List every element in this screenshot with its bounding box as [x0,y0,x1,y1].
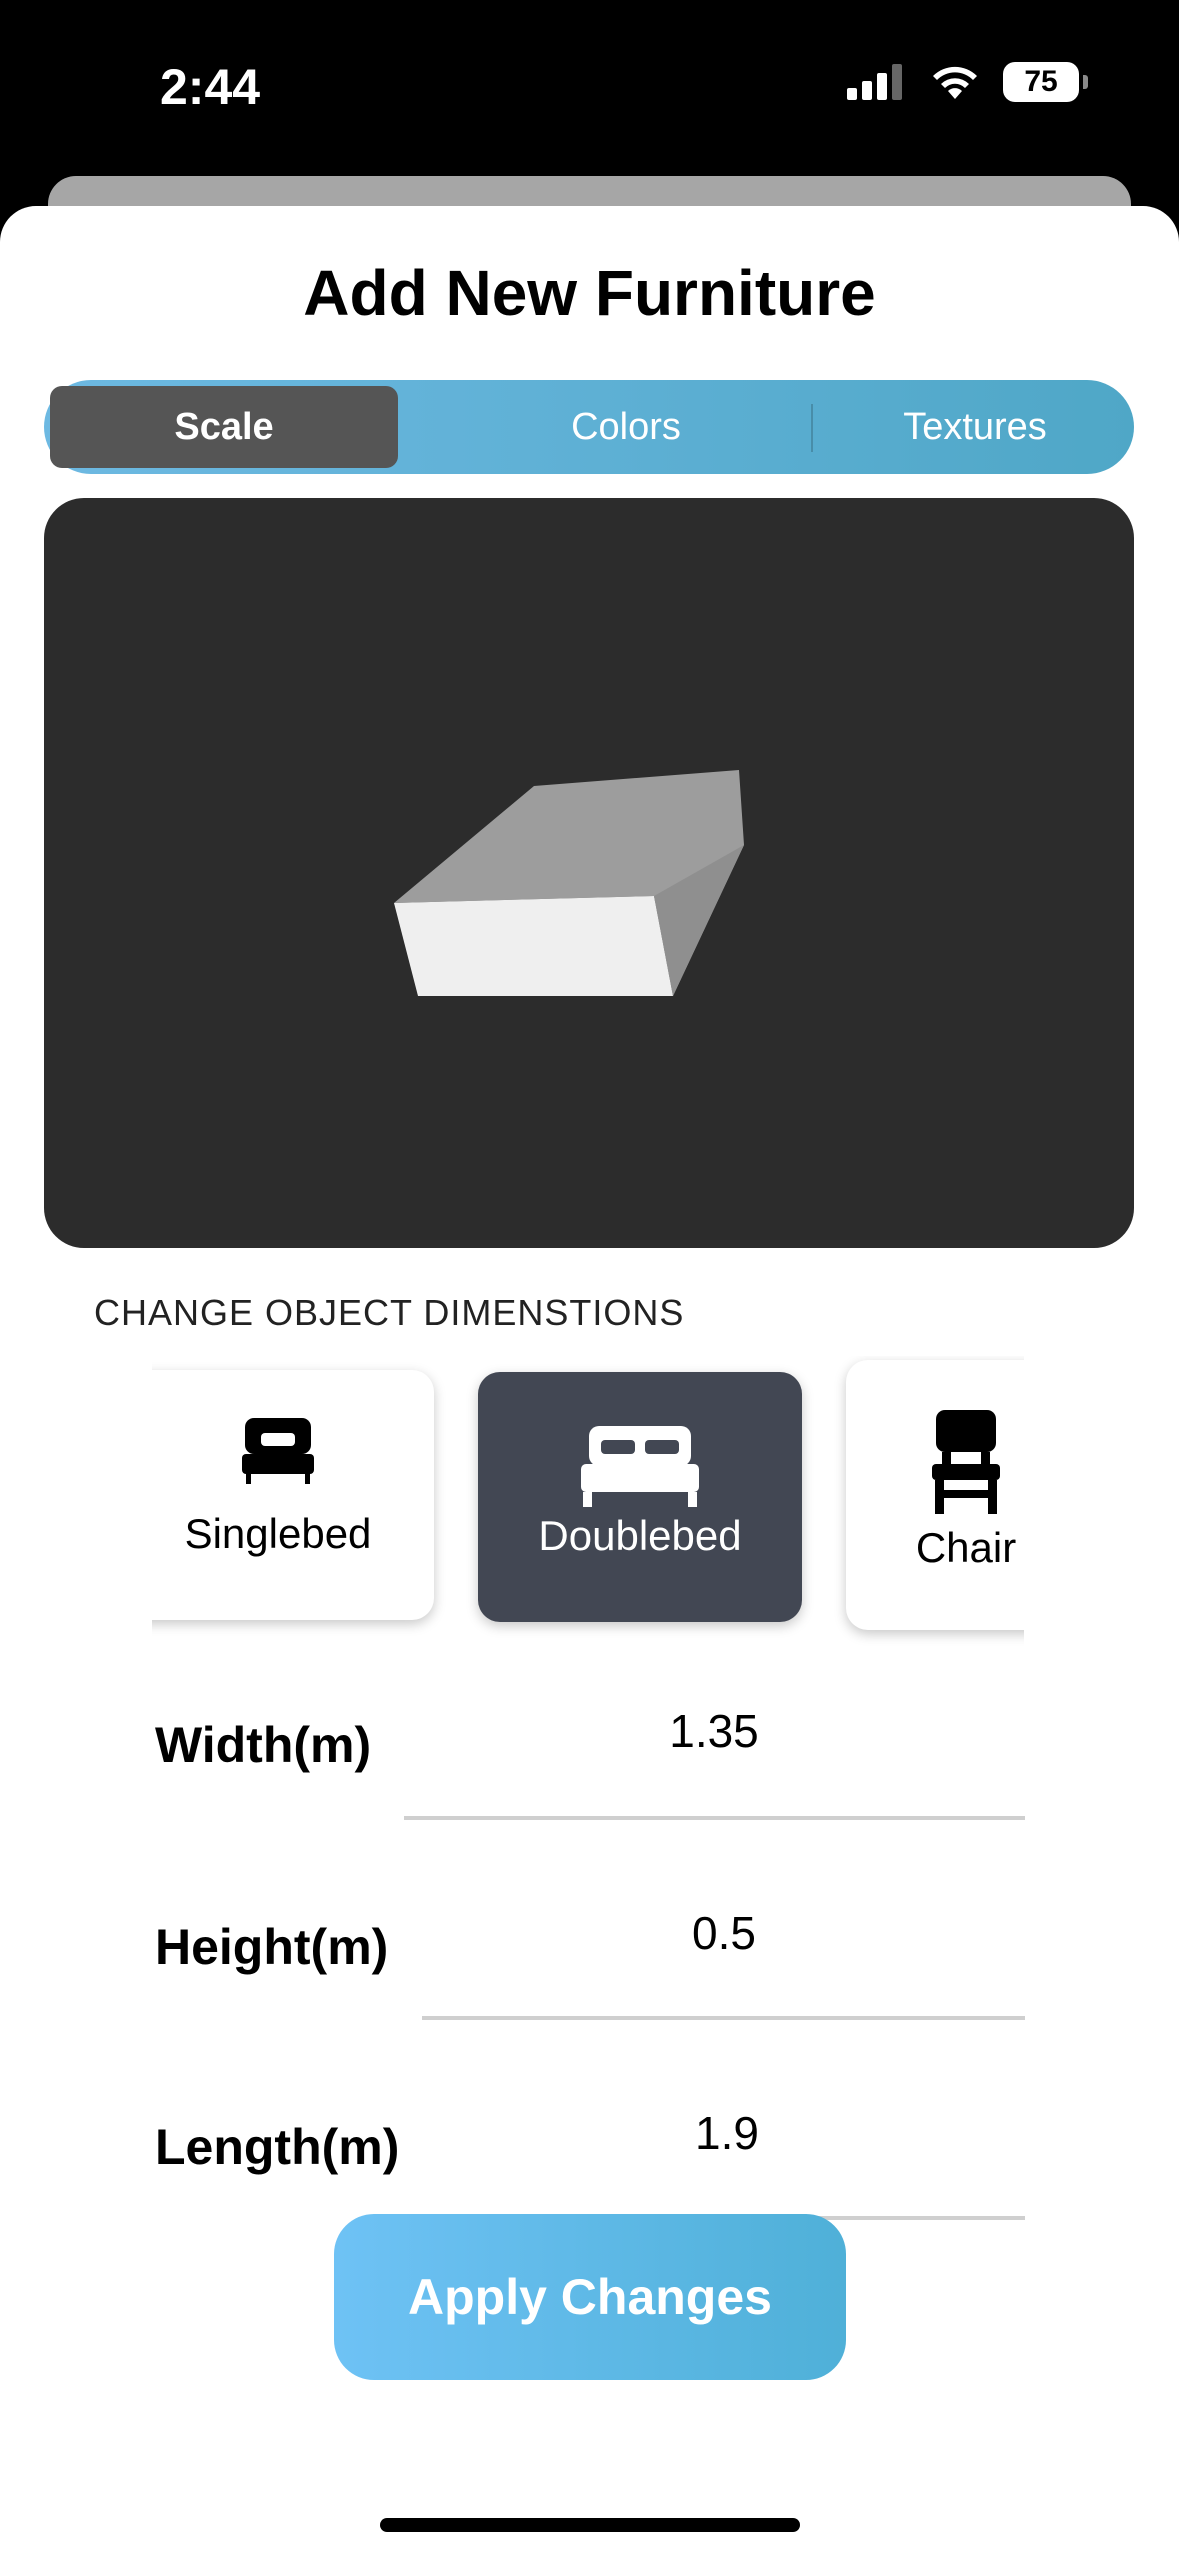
width-label: Width(m) [155,1717,372,1773]
height-field-underline [422,2016,1025,2020]
battery-icon: 75 [1003,62,1088,102]
cellular-signal-icon [847,64,902,100]
length-label: Length(m) [155,2119,400,2175]
type-card-singlebed[interactable]: Singlebed [152,1370,434,1620]
segment-divider [811,404,813,452]
apply-changes-button[interactable]: Apply Changes [334,2214,846,2380]
tab-colors[interactable]: Colors [448,380,804,474]
type-card-label: Chair [915,1524,1017,1571]
furniture-3d-model [394,770,744,996]
tab-textures[interactable]: Textures [816,380,1134,474]
chair-icon [932,1410,1000,1514]
length-field[interactable]: 1.9 [432,2106,1022,2160]
3d-preview-viewport[interactable] [44,498,1134,1248]
type-card-doublebed[interactable]: Doublebed [478,1372,802,1622]
status-time: 2:44 [160,59,261,115]
single-bed-icon [242,1418,314,1484]
segmented-control: Scale Colors Textures [44,380,1134,474]
furniture-type-carousel[interactable]: Singlebed Doublebed Chair [152,1356,1024,1656]
page-title: Add New Furniture [303,257,876,329]
height-label: Height(m) [155,1919,389,1975]
width-field[interactable]: 1.35 [404,1704,1024,1758]
tab-scale[interactable]: Scale [50,386,398,468]
double-bed-icon [581,1426,699,1507]
height-field[interactable]: 0.5 [422,1906,1026,1960]
type-card-chair[interactable]: Chair [846,1360,1024,1630]
home-indicator[interactable] [380,2518,800,2532]
status-icons: 75 [847,62,1088,102]
section-label: CHANGE OBJECT DIMENSTIONS [94,1292,685,1333]
width-field-underline [404,1816,1025,1820]
type-card-label: Singlebed [184,1510,372,1557]
type-card-label: Doublebed [538,1512,742,1559]
wifi-icon [933,66,977,99]
battery-level: 75 [1024,65,1058,98]
